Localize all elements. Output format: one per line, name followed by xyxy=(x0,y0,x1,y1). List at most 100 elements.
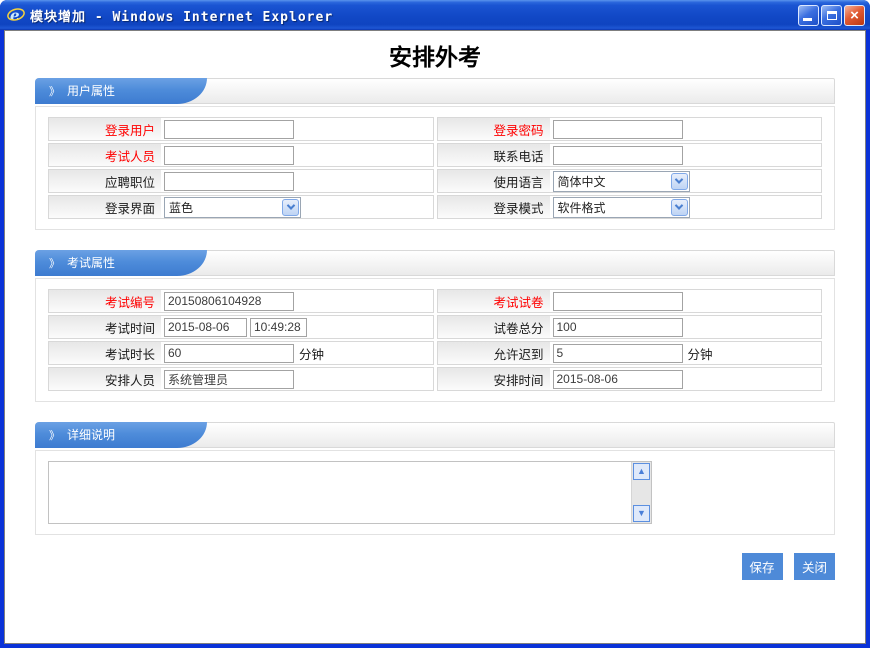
exam-no-input[interactable] xyxy=(164,292,294,311)
login-password-input[interactable] xyxy=(553,120,683,139)
page-title: 安排外考 xyxy=(5,43,865,74)
field-input-wrap xyxy=(161,368,433,390)
detail-textarea[interactable] xyxy=(49,462,631,523)
field-label: 考试人员 xyxy=(49,144,161,166)
exam-clock-input[interactable] xyxy=(250,318,307,337)
field-input-wrap xyxy=(161,118,433,140)
login-ui-select[interactable]: 蓝色 xyxy=(164,197,301,218)
field-login-user: 登录用户 xyxy=(48,117,434,141)
field-label: 使用语言 xyxy=(438,170,550,192)
field-login-mode: 登录模式 软件格式 xyxy=(437,195,823,219)
section-tab: 》用户属性 xyxy=(35,78,177,104)
field-label: 应聘职位 xyxy=(49,170,161,192)
select-value: 蓝色 xyxy=(169,199,193,216)
maximize-button[interactable] xyxy=(821,5,842,26)
field-label: 考试时间 xyxy=(49,316,161,338)
section-body: 登录用户 登录密码 考试人员 xyxy=(35,106,835,230)
field-login-ui: 登录界面 蓝色 xyxy=(48,195,434,219)
scroll-down-icon: ▼ xyxy=(637,509,646,518)
field-exam-duration: 考试时长 分钟 xyxy=(48,341,434,365)
exam-person-input[interactable] xyxy=(164,146,294,165)
exam-paper-input[interactable] xyxy=(553,292,683,311)
field-late-allowed: 允许迟到 分钟 xyxy=(437,341,823,365)
arrange-time-input[interactable] xyxy=(553,370,683,389)
section-title: 详细说明 xyxy=(67,428,115,442)
arranger-input[interactable] xyxy=(164,370,294,389)
browser-window: e 模块增加 - Windows Internet Explorer × 安排外… xyxy=(0,0,870,648)
field-input-wrap xyxy=(161,316,433,338)
detail-textarea-wrap: ▲ ▼ xyxy=(48,461,652,524)
unit-label: 分钟 xyxy=(688,344,713,363)
field-label: 考试时长 xyxy=(49,342,161,364)
language-select[interactable]: 简体中文 xyxy=(553,171,690,192)
exam-duration-input[interactable] xyxy=(164,344,294,363)
field-contact-phone: 联系电话 xyxy=(437,143,823,167)
section-title: 用户属性 xyxy=(67,84,115,98)
ie-logo-icon: e xyxy=(7,6,25,24)
field-label: 安排人员 xyxy=(49,368,161,390)
section-marker: 》 xyxy=(49,86,60,98)
field-exam-time: 考试时间 xyxy=(48,315,434,339)
field-input-wrap xyxy=(161,144,433,166)
scroll-up-icon: ▲ xyxy=(637,467,646,476)
section-body: 考试编号 考试试卷 考试时间 xyxy=(35,278,835,402)
field-login-password: 登录密码 xyxy=(437,117,823,141)
field-input-wrap xyxy=(550,290,822,312)
save-button[interactable]: 保存 xyxy=(742,553,783,580)
section-title: 考试属性 xyxy=(67,256,115,270)
scroll-down-button[interactable]: ▼ xyxy=(633,505,650,522)
field-label: 试卷总分 xyxy=(438,316,550,338)
field-input-wrap: 分钟 xyxy=(161,342,433,364)
field-apply-position: 应聘职位 xyxy=(48,169,434,193)
section-marker: 》 xyxy=(49,258,60,270)
minimize-button[interactable] xyxy=(798,5,819,26)
chevron-down-icon xyxy=(671,173,688,190)
close-page-button[interactable]: 关闭 xyxy=(794,553,835,580)
field-input-wrap xyxy=(550,368,822,390)
window-title: 模块增加 - Windows Internet Explorer xyxy=(30,6,796,25)
field-label: 考试试卷 xyxy=(438,290,550,312)
apply-position-input[interactable] xyxy=(164,172,294,191)
field-label: 登录界面 xyxy=(49,196,161,218)
field-input-wrap xyxy=(161,290,433,312)
action-button-row: 保存 关闭 xyxy=(35,553,835,580)
field-input-wrap: 蓝色 xyxy=(161,196,433,218)
scroll-up-button[interactable]: ▲ xyxy=(633,463,650,480)
login-user-input[interactable] xyxy=(164,120,294,139)
late-allowed-input[interactable] xyxy=(553,344,683,363)
page: 安排外考 》用户属性 登录用户 登录密码 xyxy=(4,30,866,644)
field-input-wrap: 软件格式 xyxy=(550,196,822,218)
close-icon: × xyxy=(850,8,859,23)
section-tab: 》考试属性 xyxy=(35,250,177,276)
window-controls: × xyxy=(796,5,865,26)
field-arranger: 安排人员 xyxy=(48,367,434,391)
section-header: 》考试属性 xyxy=(35,250,835,276)
field-input-wrap xyxy=(550,144,822,166)
field-input-wrap xyxy=(550,118,822,140)
field-exam-paper: 考试试卷 xyxy=(437,289,823,313)
section-marker: 》 xyxy=(49,430,60,442)
select-value: 软件格式 xyxy=(558,199,606,216)
section-header: 》用户属性 xyxy=(35,78,835,104)
chevron-down-icon xyxy=(671,199,688,216)
section-body: ▲ ▼ xyxy=(35,450,835,535)
login-mode-select[interactable]: 软件格式 xyxy=(553,197,690,218)
titlebar[interactable]: e 模块增加 - Windows Internet Explorer × xyxy=(0,0,870,30)
section-tab: 》详细说明 xyxy=(35,422,177,448)
field-label: 考试编号 xyxy=(49,290,161,312)
exam-date-input[interactable] xyxy=(164,318,247,337)
field-exam-no: 考试编号 xyxy=(48,289,434,313)
contact-phone-input[interactable] xyxy=(553,146,683,165)
field-label: 登录密码 xyxy=(438,118,550,140)
close-button[interactable]: × xyxy=(844,5,865,26)
field-input-wrap xyxy=(161,170,433,192)
field-language: 使用语言 简体中文 xyxy=(437,169,823,193)
field-arrange-time: 安排时间 xyxy=(437,367,823,391)
field-label: 登录模式 xyxy=(438,196,550,218)
field-input-wrap xyxy=(550,316,822,338)
paper-score-input[interactable] xyxy=(553,318,683,337)
field-label: 安排时间 xyxy=(438,368,550,390)
scrollbar[interactable]: ▲ ▼ xyxy=(631,462,651,523)
unit-label: 分钟 xyxy=(299,344,324,363)
maximize-icon xyxy=(827,11,837,20)
